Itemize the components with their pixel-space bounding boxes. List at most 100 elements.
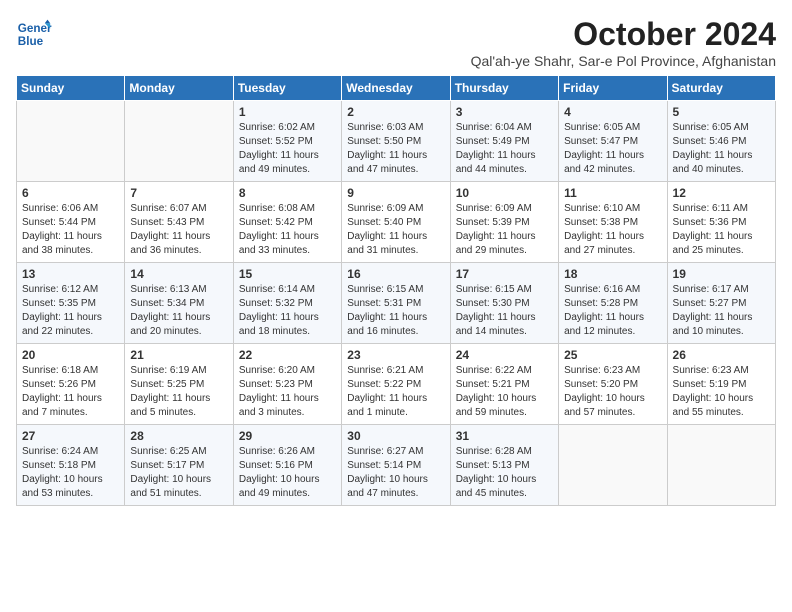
weekday-header: Tuesday bbox=[233, 76, 341, 101]
calendar-cell: 7Sunrise: 6:07 AM Sunset: 5:43 PM Daylig… bbox=[125, 182, 233, 263]
logo-icon: General Blue bbox=[16, 16, 52, 52]
day-detail: Sunrise: 6:28 AM Sunset: 5:13 PM Dayligh… bbox=[456, 445, 553, 501]
calendar-cell: 25 Sunrise: 6:23 AM Sunset: 5:20 PM Dayli… bbox=[559, 344, 667, 425]
day-detail: Sunrise: 6:12 AM Sunset: 5:35 PM Dayligh… bbox=[22, 283, 119, 339]
day-number: 8 bbox=[239, 186, 336, 200]
day-number: 15 bbox=[239, 267, 336, 281]
day-detail: Sunrise: 6:19 AM Sunset: 5:25 PM Dayligh… bbox=[130, 364, 227, 420]
calendar-cell: 28Sunrise: 6:25 AM Sunset: 5:17 PM Dayli… bbox=[125, 425, 233, 506]
calendar-cell: 3 Sunrise: 6:04 AM Sunset: 5:49 PM Daylig… bbox=[450, 101, 558, 182]
weekday-header: Friday bbox=[559, 76, 667, 101]
day-number: 2 bbox=[347, 105, 444, 119]
day-detail: Sunrise: 6:02 AM Sunset: 5:52 PM Dayligh… bbox=[239, 121, 336, 177]
day-number: 1 bbox=[239, 105, 336, 119]
calendar-cell: 30 Sunrise: 6:27 AM Sunset: 5:14 PM Dayli… bbox=[342, 425, 450, 506]
calendar-cell: 21Sunrise: 6:19 AM Sunset: 5:25 PM Dayli… bbox=[125, 344, 233, 425]
calendar-week-row: 6 Sunrise: 6:06 AM Sunset: 5:44 PM Daylig… bbox=[17, 182, 776, 263]
day-detail: Sunrise: 6:27 AM Sunset: 5:14 PM Dayligh… bbox=[347, 445, 444, 501]
calendar-cell: 12 Sunrise: 6:11 AM Sunset: 5:36 PM Dayli… bbox=[667, 182, 775, 263]
calendar-cell: 4 Sunrise: 6:05 AM Sunset: 5:47 PM Daylig… bbox=[559, 101, 667, 182]
day-detail: Sunrise: 6:05 AM Sunset: 5:47 PM Dayligh… bbox=[564, 121, 661, 177]
calendar-cell: 24Sunrise: 6:22 AM Sunset: 5:21 PM Dayli… bbox=[450, 344, 558, 425]
day-number: 31 bbox=[456, 429, 553, 443]
calendar-cell: 10 Sunrise: 6:09 AM Sunset: 5:39 PM Dayli… bbox=[450, 182, 558, 263]
day-number: 28 bbox=[130, 429, 227, 443]
weekday-header: Thursday bbox=[450, 76, 558, 101]
day-detail: Sunrise: 6:04 AM Sunset: 5:49 PM Dayligh… bbox=[456, 121, 553, 177]
weekday-header: Monday bbox=[125, 76, 233, 101]
location-subtitle: Qal'ah-ye Shahr, Sar-e Pol Province, Afg… bbox=[471, 53, 776, 69]
day-detail: Sunrise: 6:13 AM Sunset: 5:34 PM Dayligh… bbox=[130, 283, 227, 339]
day-number: 23 bbox=[347, 348, 444, 362]
day-detail: Sunrise: 6:15 AM Sunset: 5:31 PM Dayligh… bbox=[347, 283, 444, 339]
day-number: 16 bbox=[347, 267, 444, 281]
day-number: 5 bbox=[673, 105, 770, 119]
svg-text:Blue: Blue bbox=[18, 35, 44, 48]
weekday-header: Wednesday bbox=[342, 76, 450, 101]
calendar-cell: 20 Sunrise: 6:18 AM Sunset: 5:26 PM Dayli… bbox=[17, 344, 125, 425]
calendar-cell: 18Sunrise: 6:16 AM Sunset: 5:28 PM Dayli… bbox=[559, 263, 667, 344]
month-title: October 2024 bbox=[471, 16, 776, 53]
calendar-cell: 19Sunrise: 6:17 AM Sunset: 5:27 PM Dayli… bbox=[667, 263, 775, 344]
day-detail: Sunrise: 6:14 AM Sunset: 5:32 PM Dayligh… bbox=[239, 283, 336, 339]
calendar-cell: 15 Sunrise: 6:14 AM Sunset: 5:32 PM Dayli… bbox=[233, 263, 341, 344]
day-number: 27 bbox=[22, 429, 119, 443]
day-detail: Sunrise: 6:06 AM Sunset: 5:44 PM Dayligh… bbox=[22, 202, 119, 258]
day-number: 14 bbox=[130, 267, 227, 281]
day-detail: Sunrise: 6:23 AM Sunset: 5:20 PM Dayligh… bbox=[564, 364, 661, 420]
day-detail: Sunrise: 6:22 AM Sunset: 5:21 PM Dayligh… bbox=[456, 364, 553, 420]
day-number: 10 bbox=[456, 186, 553, 200]
calendar-cell: 17 Sunrise: 6:15 AM Sunset: 5:30 PM Dayli… bbox=[450, 263, 558, 344]
day-number: 22 bbox=[239, 348, 336, 362]
day-number: 19 bbox=[673, 267, 770, 281]
day-number: 4 bbox=[564, 105, 661, 119]
calendar-cell: 11 Sunrise: 6:10 AM Sunset: 5:38 PM Dayli… bbox=[559, 182, 667, 263]
day-number: 25 bbox=[564, 348, 661, 362]
day-detail: Sunrise: 6:15 AM Sunset: 5:30 PM Dayligh… bbox=[456, 283, 553, 339]
calendar-cell: 13 Sunrise: 6:12 AM Sunset: 5:35 PM Dayli… bbox=[17, 263, 125, 344]
day-detail: Sunrise: 6:11 AM Sunset: 5:36 PM Dayligh… bbox=[673, 202, 770, 258]
day-number: 7 bbox=[130, 186, 227, 200]
day-number: 20 bbox=[22, 348, 119, 362]
weekday-header-row: SundayMondayTuesdayWednesdayThursdayFrid… bbox=[17, 76, 776, 101]
day-number: 30 bbox=[347, 429, 444, 443]
calendar-cell bbox=[667, 425, 775, 506]
day-number: 9 bbox=[347, 186, 444, 200]
page-header: General Blue October 2024 Qal'ah-ye Shah… bbox=[16, 16, 776, 69]
calendar-cell: 2 Sunrise: 6:03 AM Sunset: 5:50 PM Daylig… bbox=[342, 101, 450, 182]
logo: General Blue bbox=[16, 16, 52, 52]
calendar-cell: 16 Sunrise: 6:15 AM Sunset: 5:31 PM Dayli… bbox=[342, 263, 450, 344]
day-detail: Sunrise: 6:18 AM Sunset: 5:26 PM Dayligh… bbox=[22, 364, 119, 420]
calendar-cell: 14 Sunrise: 6:13 AM Sunset: 5:34 PM Dayli… bbox=[125, 263, 233, 344]
day-detail: Sunrise: 6:26 AM Sunset: 5:16 PM Dayligh… bbox=[239, 445, 336, 501]
calendar-cell: 9 Sunrise: 6:09 AM Sunset: 5:40 PM Daylig… bbox=[342, 182, 450, 263]
calendar-cell: 26 Sunrise: 6:23 AM Sunset: 5:19 PM Dayli… bbox=[667, 344, 775, 425]
calendar-cell: 8Sunrise: 6:08 AM Sunset: 5:42 PM Daylig… bbox=[233, 182, 341, 263]
day-detail: Sunrise: 6:23 AM Sunset: 5:19 PM Dayligh… bbox=[673, 364, 770, 420]
day-detail: Sunrise: 6:10 AM Sunset: 5:38 PM Dayligh… bbox=[564, 202, 661, 258]
day-detail: Sunrise: 6:09 AM Sunset: 5:40 PM Dayligh… bbox=[347, 202, 444, 258]
day-number: 11 bbox=[564, 186, 661, 200]
day-detail: Sunrise: 6:03 AM Sunset: 5:50 PM Dayligh… bbox=[347, 121, 444, 177]
calendar-cell bbox=[125, 101, 233, 182]
calendar-cell: 5 Sunrise: 6:05 AM Sunset: 5:46 PM Daylig… bbox=[667, 101, 775, 182]
calendar-cell bbox=[559, 425, 667, 506]
weekday-header: Saturday bbox=[667, 76, 775, 101]
day-detail: Sunrise: 6:09 AM Sunset: 5:39 PM Dayligh… bbox=[456, 202, 553, 258]
day-number: 17 bbox=[456, 267, 553, 281]
day-detail: Sunrise: 6:21 AM Sunset: 5:22 PM Dayligh… bbox=[347, 364, 444, 420]
day-number: 12 bbox=[673, 186, 770, 200]
day-detail: Sunrise: 6:20 AM Sunset: 5:23 PM Dayligh… bbox=[239, 364, 336, 420]
calendar-table: SundayMondayTuesdayWednesdayThursdayFrid… bbox=[16, 75, 776, 506]
title-block: October 2024 Qal'ah-ye Shahr, Sar-e Pol … bbox=[471, 16, 776, 69]
day-number: 26 bbox=[673, 348, 770, 362]
calendar-cell: 22 Sunrise: 6:20 AM Sunset: 5:23 PM Dayli… bbox=[233, 344, 341, 425]
day-detail: Sunrise: 6:05 AM Sunset: 5:46 PM Dayligh… bbox=[673, 121, 770, 177]
calendar-cell: 27 Sunrise: 6:24 AM Sunset: 5:18 PM Dayli… bbox=[17, 425, 125, 506]
calendar-week-row: 1 Sunrise: 6:02 AM Sunset: 5:52 PM Daylig… bbox=[17, 101, 776, 182]
calendar-cell: 23 Sunrise: 6:21 AM Sunset: 5:22 PM Dayli… bbox=[342, 344, 450, 425]
day-number: 6 bbox=[22, 186, 119, 200]
day-number: 3 bbox=[456, 105, 553, 119]
day-detail: Sunrise: 6:24 AM Sunset: 5:18 PM Dayligh… bbox=[22, 445, 119, 501]
day-number: 13 bbox=[22, 267, 119, 281]
